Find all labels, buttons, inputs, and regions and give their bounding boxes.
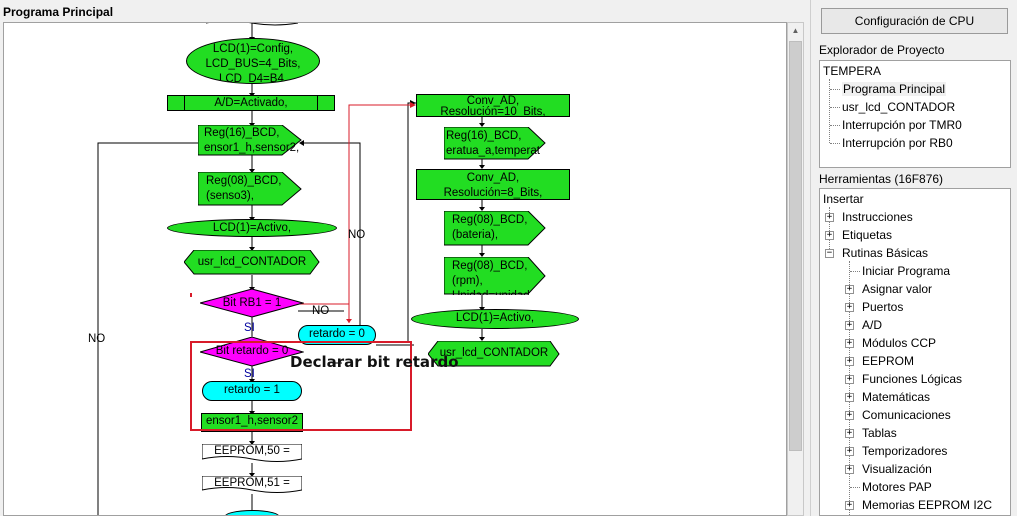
expand-plus-icon[interactable]: + [845, 447, 854, 456]
expand-plus-icon[interactable]: + [825, 213, 834, 222]
conv-ad-10bits-node[interactable]: Conv_AD, Resolución=10_Bits, [416, 94, 570, 117]
label-no-left: NO [88, 333, 106, 345]
project-explorer-tree[interactable]: TEMPERA Programa Principal usr_lcd_CONTA… [819, 60, 1011, 168]
tools-root[interactable]: Insertar [823, 192, 864, 206]
tools-sub-temporizadores[interactable]: Temporizadores [862, 444, 947, 458]
tools-sub-modulos-ccp[interactable]: Módulos CCP [862, 336, 936, 350]
reg16-temperat-label: Reg(16)_BCD, eratua_a,temperat [446, 130, 540, 157]
tools-item-instrucciones[interactable]: Instrucciones [842, 210, 913, 224]
lcd-config-node[interactable]: LCD(1)=Config, LCD_BUS=4_Bits, LCD_D4=B4… [186, 38, 320, 84]
expand-plus-icon[interactable]: + [845, 321, 854, 330]
expand-plus-icon[interactable]: + [845, 429, 854, 438]
reg08-senso3-label: Reg(08)_BCD, (senso3), [206, 175, 282, 202]
expand-plus-icon[interactable]: + [845, 357, 854, 366]
tools-tree[interactable]: Insertar + Instrucciones + Etiquetas − R… [819, 188, 1011, 516]
tools-sub-puertos[interactable]: Puertos [862, 300, 903, 314]
expand-plus-icon[interactable]: + [845, 339, 854, 348]
tree-connector [850, 487, 860, 488]
tools-sub-motores-pap[interactable]: Motores PAP [862, 480, 932, 494]
project-item-programa-principal[interactable]: Programa Principal [842, 82, 947, 96]
annotation-text: Declarar bit retardo [290, 353, 459, 371]
tools-sub-visualizacion[interactable]: Visualización [862, 462, 932, 476]
scroll-thumb[interactable] [789, 41, 802, 451]
reg08-bateria-label: Reg(08)_BCD, (bateria), [452, 214, 528, 241]
scroll-up-icon[interactable]: ▲ [788, 23, 803, 39]
expand-plus-icon[interactable]: + [845, 465, 854, 474]
tools-sub-ad[interactable]: A/D [862, 318, 882, 332]
sidebar: Configuración de CPU Explorador de Proye… [813, 0, 1017, 516]
expand-plus-icon[interactable]: + [845, 501, 854, 510]
project-item-tmr0[interactable]: Interrupción por TMR0 [842, 118, 962, 132]
tools-title: Herramientas (16F876) [819, 172, 944, 186]
tools-sub-memorias-eeprom-i2c[interactable]: Memorias EEPROM I2C [862, 498, 992, 512]
expand-plus-icon[interactable]: + [825, 231, 834, 240]
eeprom50-label: EEPROM,50 = [214, 445, 290, 457]
app-window: Programa Principal LCD(1)=Config, LCD_BU… [0, 0, 1017, 516]
tools-sub-asignar-valor[interactable]: Asignar valor [862, 282, 932, 296]
label-si-1: SI [244, 322, 255, 334]
project-item-rb0[interactable]: Interrupción por RB0 [842, 136, 953, 150]
reg08-senso3-node[interactable]: Reg(08)_BCD, (senso3), [198, 172, 302, 206]
decision-bit-rb1[interactable]: Bit RB1 = 1 [200, 289, 304, 318]
tools-item-etiquetas[interactable]: Etiquetas [842, 228, 892, 242]
tools-sub-funciones-logicas[interactable]: Funciones Lógicas [862, 372, 962, 386]
label-no-mid: NO [348, 229, 366, 241]
tree-connector [830, 125, 840, 126]
reg08-rpm-node[interactable]: Reg(08)_BCD, (rpm), Unidad=unidad [444, 257, 546, 295]
decision-bit-rb1-label: Bit RB1 = 1 [222, 297, 282, 309]
lcd-activo-right-node[interactable]: LCD(1)=Activo, [411, 309, 579, 329]
reg16-sensor-node[interactable]: Reg(16)_BCD, ensor1_h,sensor2, [198, 125, 302, 156]
vertical-scrollbar[interactable]: ▲ [787, 22, 804, 516]
tree-connector [830, 143, 840, 144]
tools-sub-eeprom[interactable]: EEPROM [862, 354, 914, 368]
main-program-panel: Programa Principal LCD(1)=Config, LCD_BU… [0, 0, 812, 516]
usr-lcd-contador-node[interactable]: usr_lcd_CONTADOR [184, 250, 320, 275]
eeprom51-node[interactable]: EEPROM,51 = [202, 476, 302, 495]
reg16-sensor-label: Reg(16)_BCD, ensor1_h,sensor2, [204, 127, 300, 154]
reg08-rpm-label: Reg(08)_BCD, (rpm), Unidad=unidad [452, 260, 530, 295]
expand-plus-icon[interactable]: + [845, 285, 854, 294]
flow-top-partial [206, 23, 298, 27]
conv-ad-8bits-node[interactable]: Conv_AD, Resolución=8_Bits, [416, 169, 570, 200]
reg08-bateria-node[interactable]: Reg(08)_BCD, (bateria), [444, 211, 546, 246]
tree-connector [830, 107, 840, 108]
ad-node[interactable]: A/D=Activado, [167, 95, 335, 111]
ad-node-label: A/D=Activado, [214, 97, 288, 109]
eeprom51-label: EEPROM,51 = [214, 477, 290, 489]
tools-sub-tablas[interactable]: Tablas [862, 426, 897, 440]
tree-connector [850, 271, 860, 272]
tools-sub-matematicas[interactable]: Matemáticas [862, 390, 930, 404]
reg16-temperat-node[interactable]: Reg(16)_BCD, eratua_a,temperat [444, 127, 546, 160]
label-no-rb1: NO [312, 305, 330, 317]
flow-connectors [97, 23, 485, 515]
cpu-config-button[interactable]: Configuración de CPU [821, 8, 1008, 34]
tools-item-rutinas-basicas[interactable]: Rutinas Básicas [842, 246, 928, 260]
project-explorer-title: Explorador de Proyecto [819, 43, 945, 57]
expand-plus-icon[interactable]: + [845, 303, 854, 312]
project-item-usr-lcd[interactable]: usr_lcd_CONTADOR [842, 100, 955, 114]
eeprom50-node[interactable]: EEPROM,50 = [202, 444, 302, 464]
tree-connector [830, 89, 840, 90]
tools-sub-comunicaciones[interactable]: Comunicaciones [862, 408, 951, 422]
panel-title: Programa Principal [3, 5, 114, 19]
tools-sub-iniciar-programa[interactable]: Iniciar Programa [862, 264, 950, 278]
expand-plus-icon[interactable]: + [845, 393, 854, 402]
usr-lcd-contador-label: usr_lcd_CONTADOR [197, 256, 307, 268]
tree-connector [849, 261, 850, 515]
project-root[interactable]: TEMPERA [823, 64, 881, 78]
lcd-activo-node[interactable]: LCD(1)=Activo, [167, 219, 337, 237]
collapse-minus-icon[interactable]: − [825, 249, 834, 258]
expand-plus-icon[interactable]: + [845, 375, 854, 384]
expand-plus-icon[interactable]: + [845, 411, 854, 420]
flowchart-canvas[interactable]: LCD(1)=Config, LCD_BUS=4_Bits, LCD_D4=B4… [3, 22, 787, 516]
